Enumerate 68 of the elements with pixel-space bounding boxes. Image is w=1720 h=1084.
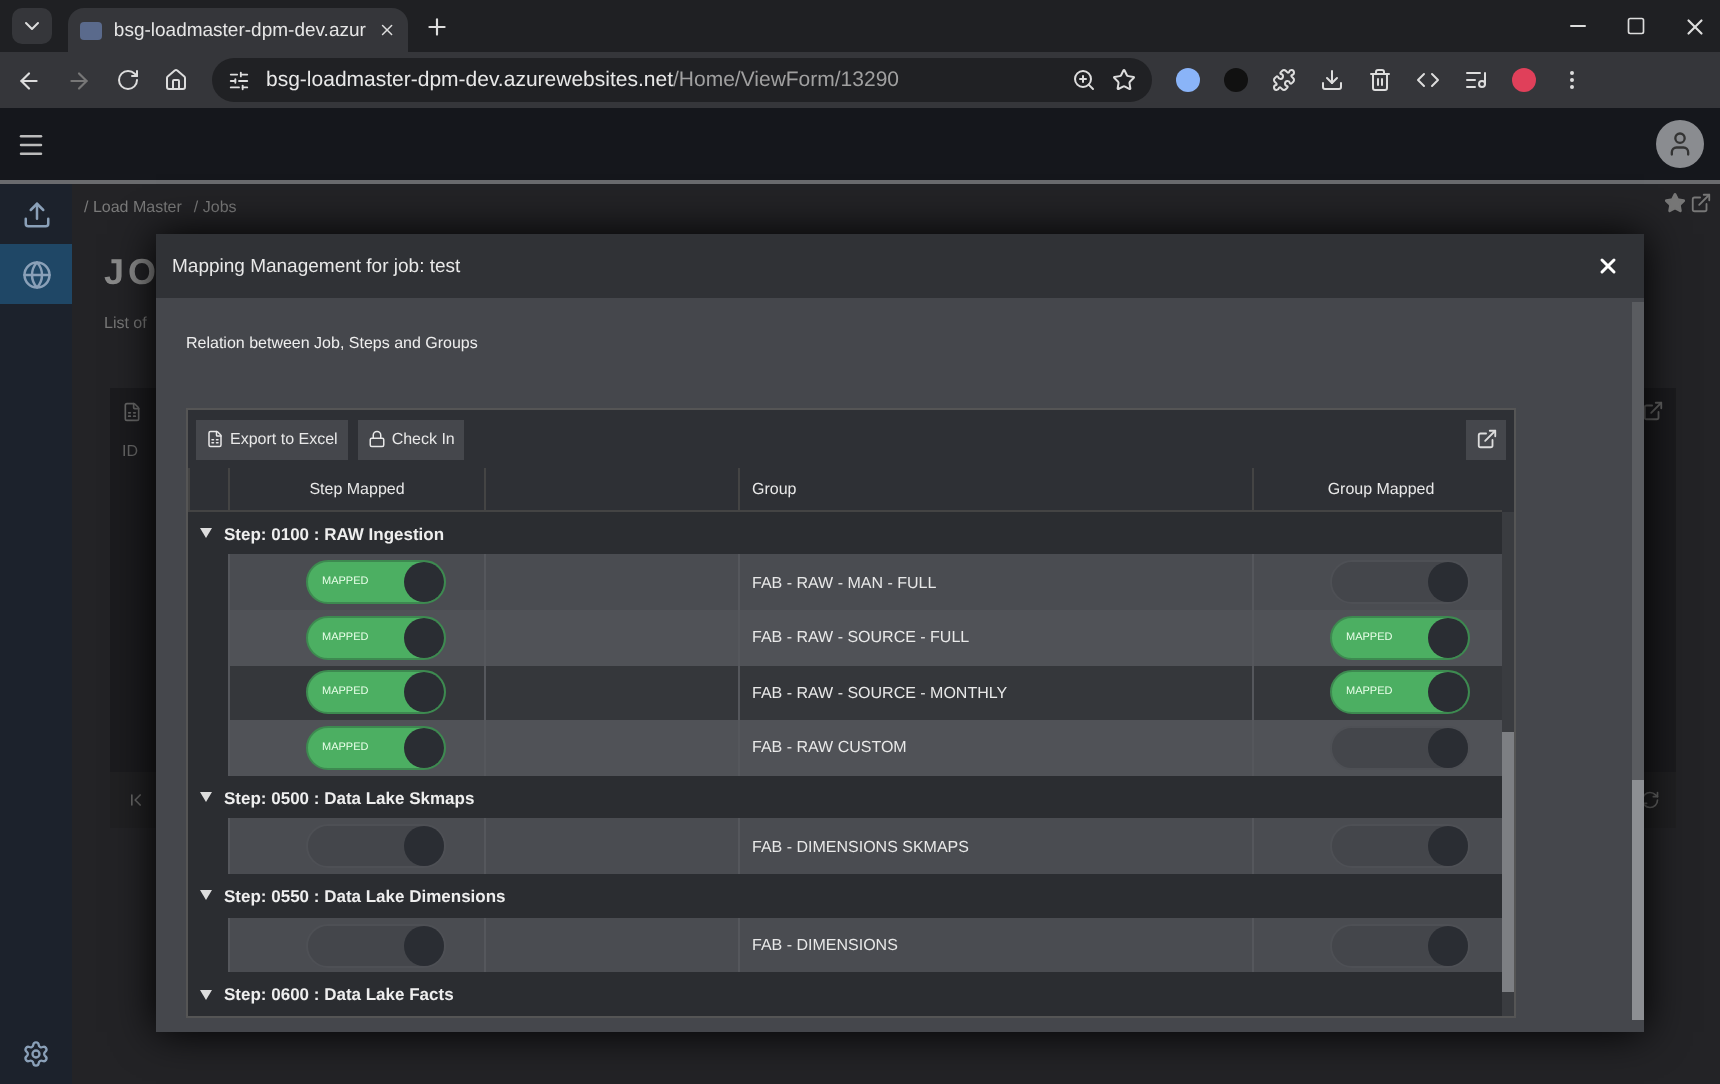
page-subtitle: List of	[104, 314, 149, 332]
step-group-row[interactable]: Step: 0600 : Data Lake Facts	[188, 972, 1502, 1016]
external-link-icon[interactable]	[1690, 192, 1712, 214]
mapped-toggle[interactable]	[1330, 725, 1470, 770]
group-name: FAB - RAW - SOURCE - FULL	[750, 628, 970, 647]
breadcrumb-link[interactable]: / Load Master	[84, 197, 182, 215]
group-name: FAB - RAW CUSTOM	[750, 738, 907, 757]
expand-caret-icon[interactable]	[200, 890, 212, 901]
mapped-toggle[interactable]	[1330, 560, 1470, 605]
expand-caret-icon[interactable]	[200, 792, 212, 803]
extension-icon[interactable]	[1176, 68, 1200, 92]
first-page-icon	[126, 790, 146, 810]
settings-icon[interactable]	[22, 1040, 50, 1068]
menu-icon[interactable]	[16, 129, 46, 159]
code-icon[interactable]	[1416, 68, 1440, 92]
mapped-toggle[interactable]	[306, 923, 446, 968]
group-name: FAB - DIMENSIONS SKMAPS	[750, 837, 969, 856]
step-group-row[interactable]: Step: 0100 : RAW Ingestion	[188, 511, 1502, 555]
close-tab-icon[interactable]	[377, 20, 396, 40]
scrollbar[interactable]	[1502, 512, 1514, 1016]
extensions-icon[interactable]	[1272, 68, 1296, 92]
avatar[interactable]	[1656, 120, 1704, 168]
maximize-icon[interactable]	[1626, 16, 1646, 36]
expand-caret-icon[interactable]	[200, 528, 212, 539]
page-title: JO	[104, 252, 161, 294]
toolbar-button[interactable]: Export to Excel	[196, 419, 348, 459]
browser-tab[interactable]: bsg-loadmaster-dpm-dev.azur	[68, 8, 408, 52]
sidebar-item[interactable]	[0, 244, 72, 304]
group-name: FAB - RAW - SOURCE - MONTHLY	[750, 683, 1008, 702]
address-bar[interactable]: bsg-loadmaster-dpm-dev.azurewebsites.net/Home/ViewForm/13290	[212, 58, 1152, 102]
dialog-description: Relation between Job, Steps and Groups	[186, 334, 480, 352]
column-header: Group Mapped	[1327, 479, 1435, 498]
column-header: Step Mapped	[309, 479, 405, 498]
external-link-icon	[1642, 400, 1664, 422]
lock-icon	[367, 430, 386, 448]
media-icon[interactable]	[1464, 68, 1488, 92]
group-name: FAB - RAW - MAN - FULL	[750, 573, 937, 592]
group-name: FAB - DIMENSIONS	[750, 936, 898, 955]
new-tab-icon[interactable]	[424, 13, 450, 39]
star-icon[interactable]	[1664, 192, 1686, 214]
reload-icon[interactable]	[116, 68, 140, 92]
column-header: Group	[752, 479, 797, 498]
upload-icon	[21, 199, 51, 229]
column-header: ID	[122, 442, 138, 460]
spreadsheet-icon	[122, 401, 142, 421]
dialog-title: Mapping Management for job: test	[172, 255, 461, 277]
step-group-row[interactable]: Step: 0550 : Data Lake Dimensions	[188, 874, 1502, 918]
external-link-icon	[1475, 428, 1497, 450]
scrollbar[interactable]	[1632, 302, 1644, 1020]
trash-icon[interactable]	[1368, 68, 1392, 92]
spreadsheet-icon	[206, 430, 224, 448]
toolbar-button[interactable]: Check In	[357, 419, 465, 459]
mapped-toggle[interactable]	[1330, 824, 1470, 869]
profile-icon[interactable]	[1512, 68, 1536, 92]
forward-icon[interactable]	[66, 67, 92, 93]
mapped-toggle[interactable]	[1330, 923, 1470, 968]
download-icon[interactable]	[1320, 68, 1344, 92]
mapped-toggle[interactable]	[306, 824, 446, 869]
back-icon[interactable]	[16, 67, 42, 93]
step-group-row[interactable]: Step: 0500 : Data Lake Skmaps	[188, 775, 1502, 819]
close-icon[interactable]	[1682, 13, 1708, 39]
expand-caret-icon[interactable]	[200, 989, 212, 1000]
home-icon[interactable]	[164, 68, 188, 92]
favicon-icon	[80, 21, 102, 39]
tab-list-button[interactable]	[12, 8, 52, 44]
globe-icon	[21, 259, 51, 289]
popout-button[interactable]	[1466, 419, 1506, 459]
close-button[interactable]	[1596, 254, 1620, 278]
